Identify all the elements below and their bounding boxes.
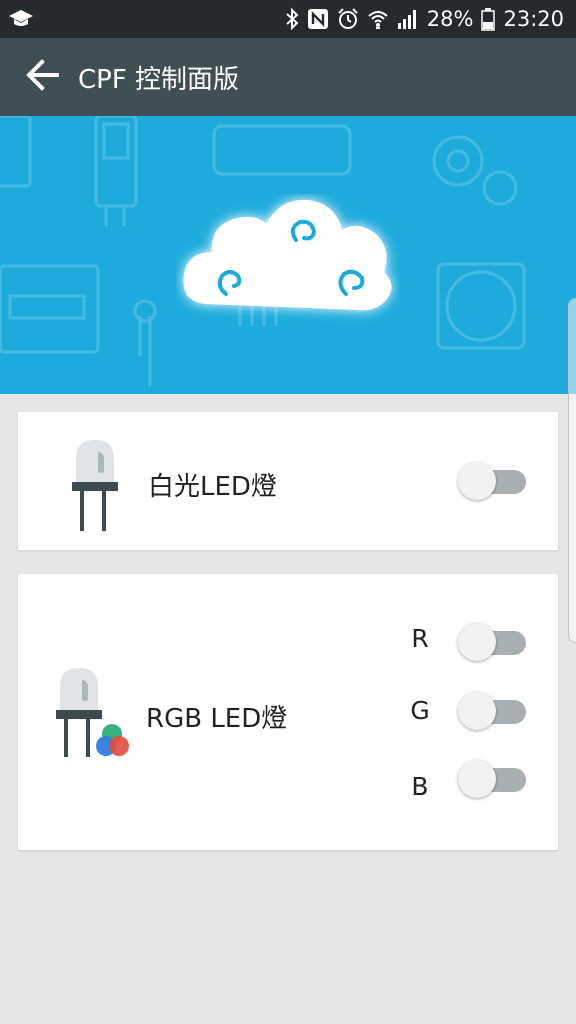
toggle-thumb [458, 760, 496, 798]
toggle-thumb [458, 623, 496, 661]
rgb-led-icon [54, 666, 134, 766]
page-title: CPF 控制面版 [78, 64, 240, 95]
edge-panel-handle[interactable] [568, 298, 576, 643]
rgb-g-toggle[interactable] [458, 690, 528, 730]
device-card-rgb-led: RGB LED燈 R G B [18, 574, 558, 850]
clock: 23:20 [503, 7, 564, 31]
arrow-back-icon [25, 57, 61, 97]
device-card-white-led: 白光LED燈 [18, 412, 558, 550]
cloud-logo [183, 199, 392, 311]
battery-percent: 28% [426, 7, 474, 31]
signal-icon [397, 8, 419, 30]
app-bar: CPF 控制面版 [0, 38, 576, 116]
rgb-b-toggle[interactable] [458, 758, 528, 798]
rgb-r-toggle[interactable] [458, 621, 528, 661]
bluetooth-icon [285, 7, 299, 31]
battery-icon [481, 7, 496, 31]
device-label-rgb-led: RGB LED燈 [146, 704, 288, 734]
alarm-icon [337, 8, 359, 30]
nfc-icon [307, 8, 329, 30]
channel-label-b: B [411, 772, 429, 801]
channel-label-g: G [410, 696, 430, 725]
status-bar: 28% 23:20 [0, 0, 576, 38]
device-label-white-led: 白光LED燈 [148, 472, 277, 502]
led-icon [70, 438, 120, 538]
channel-label-r: R [411, 624, 429, 653]
graduation-cap-icon [8, 7, 34, 33]
hero-banner [0, 116, 576, 394]
toggle-thumb [458, 462, 496, 500]
toggle-thumb [458, 692, 496, 730]
wifi-icon [367, 8, 389, 30]
back-button[interactable] [8, 38, 78, 116]
white-led-toggle[interactable] [458, 460, 528, 500]
